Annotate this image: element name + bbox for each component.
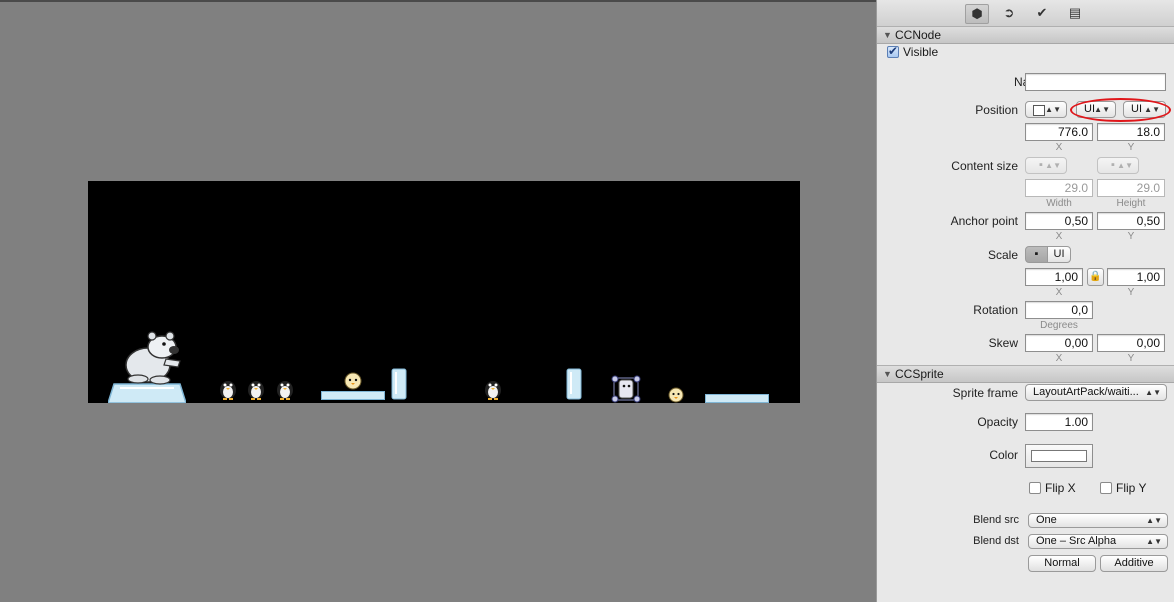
popup-arrows-icon: ▲▼: [1045, 161, 1061, 170]
popup-arrows-icon: ▲▼: [1117, 161, 1133, 170]
visible-label: Visible: [903, 45, 939, 59]
disclosure-triangle-icon: ▼: [883, 369, 892, 379]
penguin-sprite[interactable]: [484, 378, 502, 400]
anchor-y-field[interactable]: 0,50: [1097, 212, 1165, 230]
section-title: CCNode: [895, 28, 942, 42]
scale-type-ui-segment[interactable]: UI: [1047, 246, 1071, 263]
popup-arrows-icon: ▲▼: [1146, 537, 1162, 546]
y-caption: Y: [1127, 231, 1135, 242]
inspector-tab-bar: ⬢ ➲ ✔ ▤: [877, 0, 1174, 28]
anchor-point-label: Anchor point: [950, 214, 1018, 228]
ice-block-sprite[interactable]: [108, 382, 186, 403]
scale-type-point-segment[interactable]: ▪: [1025, 246, 1048, 263]
code-connections-icon[interactable]: ➲: [998, 4, 1020, 22]
position-label: Position: [975, 103, 1018, 117]
rotation-label: Rotation: [973, 303, 1018, 317]
scale-label: Scale: [987, 248, 1018, 262]
animation-icon[interactable]: ✔: [1031, 4, 1053, 22]
x-caption: X: [1055, 353, 1063, 364]
visible-checkbox[interactable]: [887, 44, 899, 58]
disclosure-triangle-icon: ▼: [883, 30, 892, 40]
popup-value: ▪: [1111, 159, 1115, 171]
degrees-caption: Degrees: [1040, 320, 1078, 331]
selected-sprite[interactable]: [611, 375, 641, 403]
position-reference-popup[interactable]: ▲▼: [1025, 101, 1067, 118]
x-caption: X: [1055, 142, 1063, 153]
scale-lock-icon[interactable]: 🔒: [1087, 268, 1104, 286]
chick-sprite[interactable]: [344, 372, 362, 390]
opacity-field[interactable]: 1.00: [1025, 413, 1093, 431]
ice-pillar-sprite[interactable]: [391, 368, 407, 400]
penguin-sprite[interactable]: [247, 378, 265, 400]
blend-dst-popup[interactable]: One – Src Alpha ▲▼: [1028, 534, 1168, 549]
color-well[interactable]: [1025, 444, 1093, 468]
additive-blend-button[interactable]: Additive: [1100, 555, 1168, 572]
chick-sprite[interactable]: [667, 386, 685, 403]
popup-arrows-icon: ▲▼: [1146, 516, 1162, 525]
opacity-label: Opacity: [977, 415, 1018, 429]
skew-label: Skew: [988, 336, 1018, 350]
blend-dst-label: Blend dst: [973, 535, 1019, 547]
position-x-field[interactable]: 776.0: [1025, 123, 1093, 141]
ice-plank-sprite[interactable]: [705, 394, 769, 403]
scale-x-field[interactable]: 1,00: [1025, 268, 1083, 286]
scene-canvas[interactable]: [88, 181, 800, 403]
blend-src-label: Blend src: [973, 514, 1019, 526]
workspace-top-border: [0, 0, 876, 2]
blend-src-popup[interactable]: One ▲▼: [1028, 513, 1168, 528]
content-width-field[interactable]: 29.0: [1025, 179, 1093, 197]
scale-y-field[interactable]: 1,00: [1107, 268, 1165, 286]
x-caption: X: [1055, 287, 1063, 298]
popup-value: LayoutArtPack/waiti...: [1033, 386, 1139, 398]
sprite-frame-label: Sprite frame: [952, 386, 1018, 400]
popup-value: ▪: [1039, 159, 1043, 171]
x-caption: X: [1055, 231, 1063, 242]
polar-bear-sprite[interactable]: [122, 329, 182, 385]
content-height-unit-popup[interactable]: ▪ ▲▼: [1097, 157, 1139, 174]
color-swatch: [1031, 450, 1087, 462]
rotation-field[interactable]: 0,0: [1025, 301, 1093, 319]
color-label: Color: [989, 448, 1018, 462]
ccsprite-section-header[interactable]: ▼ CCSprite: [877, 365, 1174, 383]
node-properties-icon[interactable]: ⬢: [965, 4, 989, 24]
sprite-frame-popup[interactable]: LayoutArtPack/waiti... ▲▼: [1025, 384, 1167, 401]
penguin-sprite[interactable]: [276, 378, 294, 400]
highlight-oval: [1070, 98, 1171, 122]
name-field[interactable]: [1025, 73, 1166, 91]
popup-value: One: [1036, 514, 1057, 526]
penguin-sprite[interactable]: [219, 378, 237, 400]
y-caption: Y: [1127, 353, 1135, 364]
popup-arrows-icon: ▲▼: [1045, 105, 1061, 114]
anchor-x-field[interactable]: 0,50: [1025, 212, 1093, 230]
flip-y-checkbox[interactable]: [1100, 482, 1112, 494]
flip-x-checkbox[interactable]: [1029, 482, 1041, 494]
inspector-panel: ⬢ ➲ ✔ ▤ ▼ CCNode Visible Name Position ▲…: [876, 0, 1174, 602]
popup-value: One – Src Alpha: [1036, 535, 1117, 547]
content-size-label: Content size: [951, 159, 1018, 173]
skew-x-field[interactable]: 0,00: [1025, 334, 1093, 352]
skew-y-field[interactable]: 0,00: [1097, 334, 1165, 352]
popup-arrows-icon: ▲▼: [1145, 388, 1161, 397]
flip-x-label: Flip X: [1045, 481, 1076, 495]
ice-pillar-sprite[interactable]: [566, 368, 582, 400]
height-caption: Height: [1116, 198, 1146, 209]
templates-icon[interactable]: ▤: [1064, 4, 1086, 22]
ice-plank-sprite[interactable]: [321, 391, 385, 400]
content-height-field[interactable]: 29.0: [1097, 179, 1165, 197]
content-width-unit-popup[interactable]: ▪ ▲▼: [1025, 157, 1067, 174]
corner-reference-icon: [1033, 105, 1045, 116]
normal-blend-button[interactable]: Normal: [1028, 555, 1096, 572]
y-caption: Y: [1127, 142, 1135, 153]
section-title: CCSprite: [895, 367, 944, 381]
position-y-field[interactable]: 18.0: [1097, 123, 1165, 141]
flip-y-label: Flip Y: [1116, 481, 1147, 495]
ccnode-section-header[interactable]: ▼ CCNode: [877, 26, 1174, 44]
y-caption: Y: [1127, 287, 1135, 298]
width-caption: Width: [1046, 198, 1072, 209]
